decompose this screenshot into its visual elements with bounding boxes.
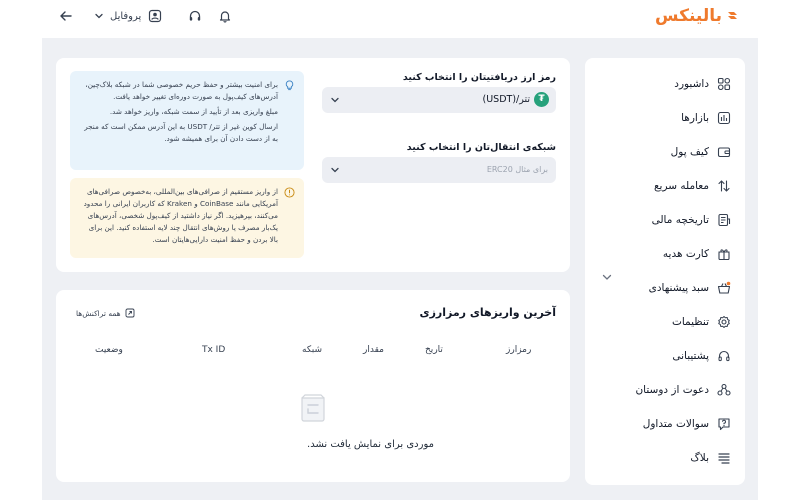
network-select[interactable]: برای مثال ERC20 xyxy=(322,157,556,183)
column-header-date: تاریخ xyxy=(425,345,443,355)
support-icon xyxy=(718,350,730,362)
sidebar-item-suggested-basket[interactable]: سبد پیشنهادی xyxy=(649,278,731,298)
top-header: بالینکس پروفایل xyxy=(0,0,800,38)
sidebar-item-faq[interactable]: سوالات متداول xyxy=(643,414,731,434)
sidebar-item-invite-friends[interactable]: دعوت از دوستان xyxy=(635,380,731,400)
network-select-placeholder: برای مثال ERC20 xyxy=(486,165,548,174)
sidebar-item-gift-card[interactable]: کارت هدیه xyxy=(663,244,731,264)
sidebar-item-label: بلاگ xyxy=(690,452,709,464)
chevron-down-icon[interactable] xyxy=(601,271,613,283)
sidebar-item-financial-history[interactable]: تاریخچه مالی xyxy=(652,210,731,230)
brand-name: بالینکس xyxy=(655,6,722,26)
logo-mark-icon xyxy=(728,12,737,19)
sidebar-item-support[interactable]: پشتیبانی xyxy=(672,346,731,366)
chevron-down-icon xyxy=(331,167,339,173)
headset-icon[interactable] xyxy=(187,8,203,24)
chevron-down-icon xyxy=(94,8,104,24)
bell-icon[interactable] xyxy=(217,8,233,24)
sidebar-item-label: بازارها xyxy=(681,112,709,124)
back-arrow-icon[interactable] xyxy=(58,8,74,24)
profile-menu[interactable]: پروفایل xyxy=(94,8,163,24)
dashboard-icon xyxy=(717,77,731,91)
sidebar-item-wallet[interactable]: کیف پول xyxy=(671,142,731,162)
invite-icon xyxy=(717,383,731,396)
external-link-icon xyxy=(125,308,135,318)
empty-state-text: موردی برای نمایش یافت نشد. xyxy=(307,439,434,450)
swap-icon xyxy=(718,180,730,192)
sidebar-nav: داشبورد بازارها کیف پول معامله سریع تاری… xyxy=(585,58,745,485)
warning-note-text: از واریز مستقیم از صرافی‌های بین‌المللی،… xyxy=(83,187,278,244)
basket-icon xyxy=(717,281,731,294)
user-icon xyxy=(147,8,163,24)
settings-icon xyxy=(718,316,730,328)
sidebar-item-label: سبد پیشنهادی xyxy=(648,282,709,294)
info-note-text: ارسال کوین غیر از تتر/ USDT به این آدرس … xyxy=(84,122,278,143)
sidebar-item-blog[interactable]: بلاگ xyxy=(690,448,731,468)
info-note-text: مبلغ واریزی بعد از تأیید از سمت شبکه، وا… xyxy=(109,107,278,116)
info-note-text: برای امنیت بیشتر و حفظ حریم خصوصی شما در… xyxy=(85,80,278,101)
sidebar-item-quick-trade[interactable]: معامله سریع xyxy=(654,176,731,196)
sidebar-item-label: پشتیبانی xyxy=(672,350,709,362)
all-transactions-label: همه تراکنش‌ها xyxy=(76,308,121,318)
sidebar-item-label: دعوت از دوستان xyxy=(635,384,709,396)
sidebar-item-label: کارت هدیه xyxy=(662,248,709,260)
column-header-network: شبکه xyxy=(302,345,323,355)
sidebar-item-label: کیف پول xyxy=(670,146,709,158)
chevron-down-icon xyxy=(331,97,339,103)
empty-box-icon xyxy=(301,394,325,422)
recent-deposits-title: آخرین واریزهای رمزارزی xyxy=(419,306,557,319)
network-select-label: شبکه‌ی انتقال‌تان را انتخاب کنید xyxy=(406,142,556,153)
all-transactions-link[interactable]: همه تراکنش‌ها xyxy=(76,308,135,318)
gift-icon xyxy=(718,249,730,261)
currency-select-value: تتر/(USDT) xyxy=(482,94,531,105)
column-header-currency: رمزارز xyxy=(506,345,532,355)
wallet-icon xyxy=(717,147,731,158)
sidebar-item-label: تاریخچه مالی xyxy=(651,214,709,226)
column-header-amount: مقدار xyxy=(363,345,384,355)
lightbulb-icon xyxy=(285,80,294,91)
info-note: برای امنیت بیشتر و حفظ حریم خصوصی شما در… xyxy=(70,71,304,170)
faq-icon xyxy=(718,418,730,431)
recent-deposits-card: آخرین واریزهای رمزارزی همه تراکنش‌ها رمز… xyxy=(56,290,570,482)
column-header-txid: Tx ID xyxy=(202,345,226,355)
sidebar-item-dashboard[interactable]: داشبورد xyxy=(674,74,731,94)
warning-note: از واریز مستقیم از صرافی‌های بین‌المللی،… xyxy=(70,178,304,258)
markets-icon xyxy=(717,111,731,125)
profile-label: پروفایل xyxy=(110,10,142,22)
brand-logo[interactable]: بالینکس xyxy=(655,6,738,26)
history-icon xyxy=(718,213,731,227)
currency-select-label: رمز ارز دریافتیتان را انتخاب کنید xyxy=(402,72,556,83)
sidebar-item-label: داشبورد xyxy=(674,78,709,90)
sidebar-item-markets[interactable]: بازارها xyxy=(681,108,731,128)
currency-select[interactable]: ₮ تتر/(USDT) xyxy=(322,87,556,113)
sidebar-item-label: معامله سریع xyxy=(653,180,709,192)
blog-icon xyxy=(718,453,730,464)
warning-icon xyxy=(284,187,295,198)
tether-icon: ₮ xyxy=(534,92,549,107)
sidebar-item-label: سوالات متداول xyxy=(642,418,709,430)
sidebar-item-settings[interactable]: تنظیمات xyxy=(672,312,731,332)
sidebar-item-label: تنظیمات xyxy=(671,316,709,328)
column-header-status: وضعیت xyxy=(95,345,123,355)
